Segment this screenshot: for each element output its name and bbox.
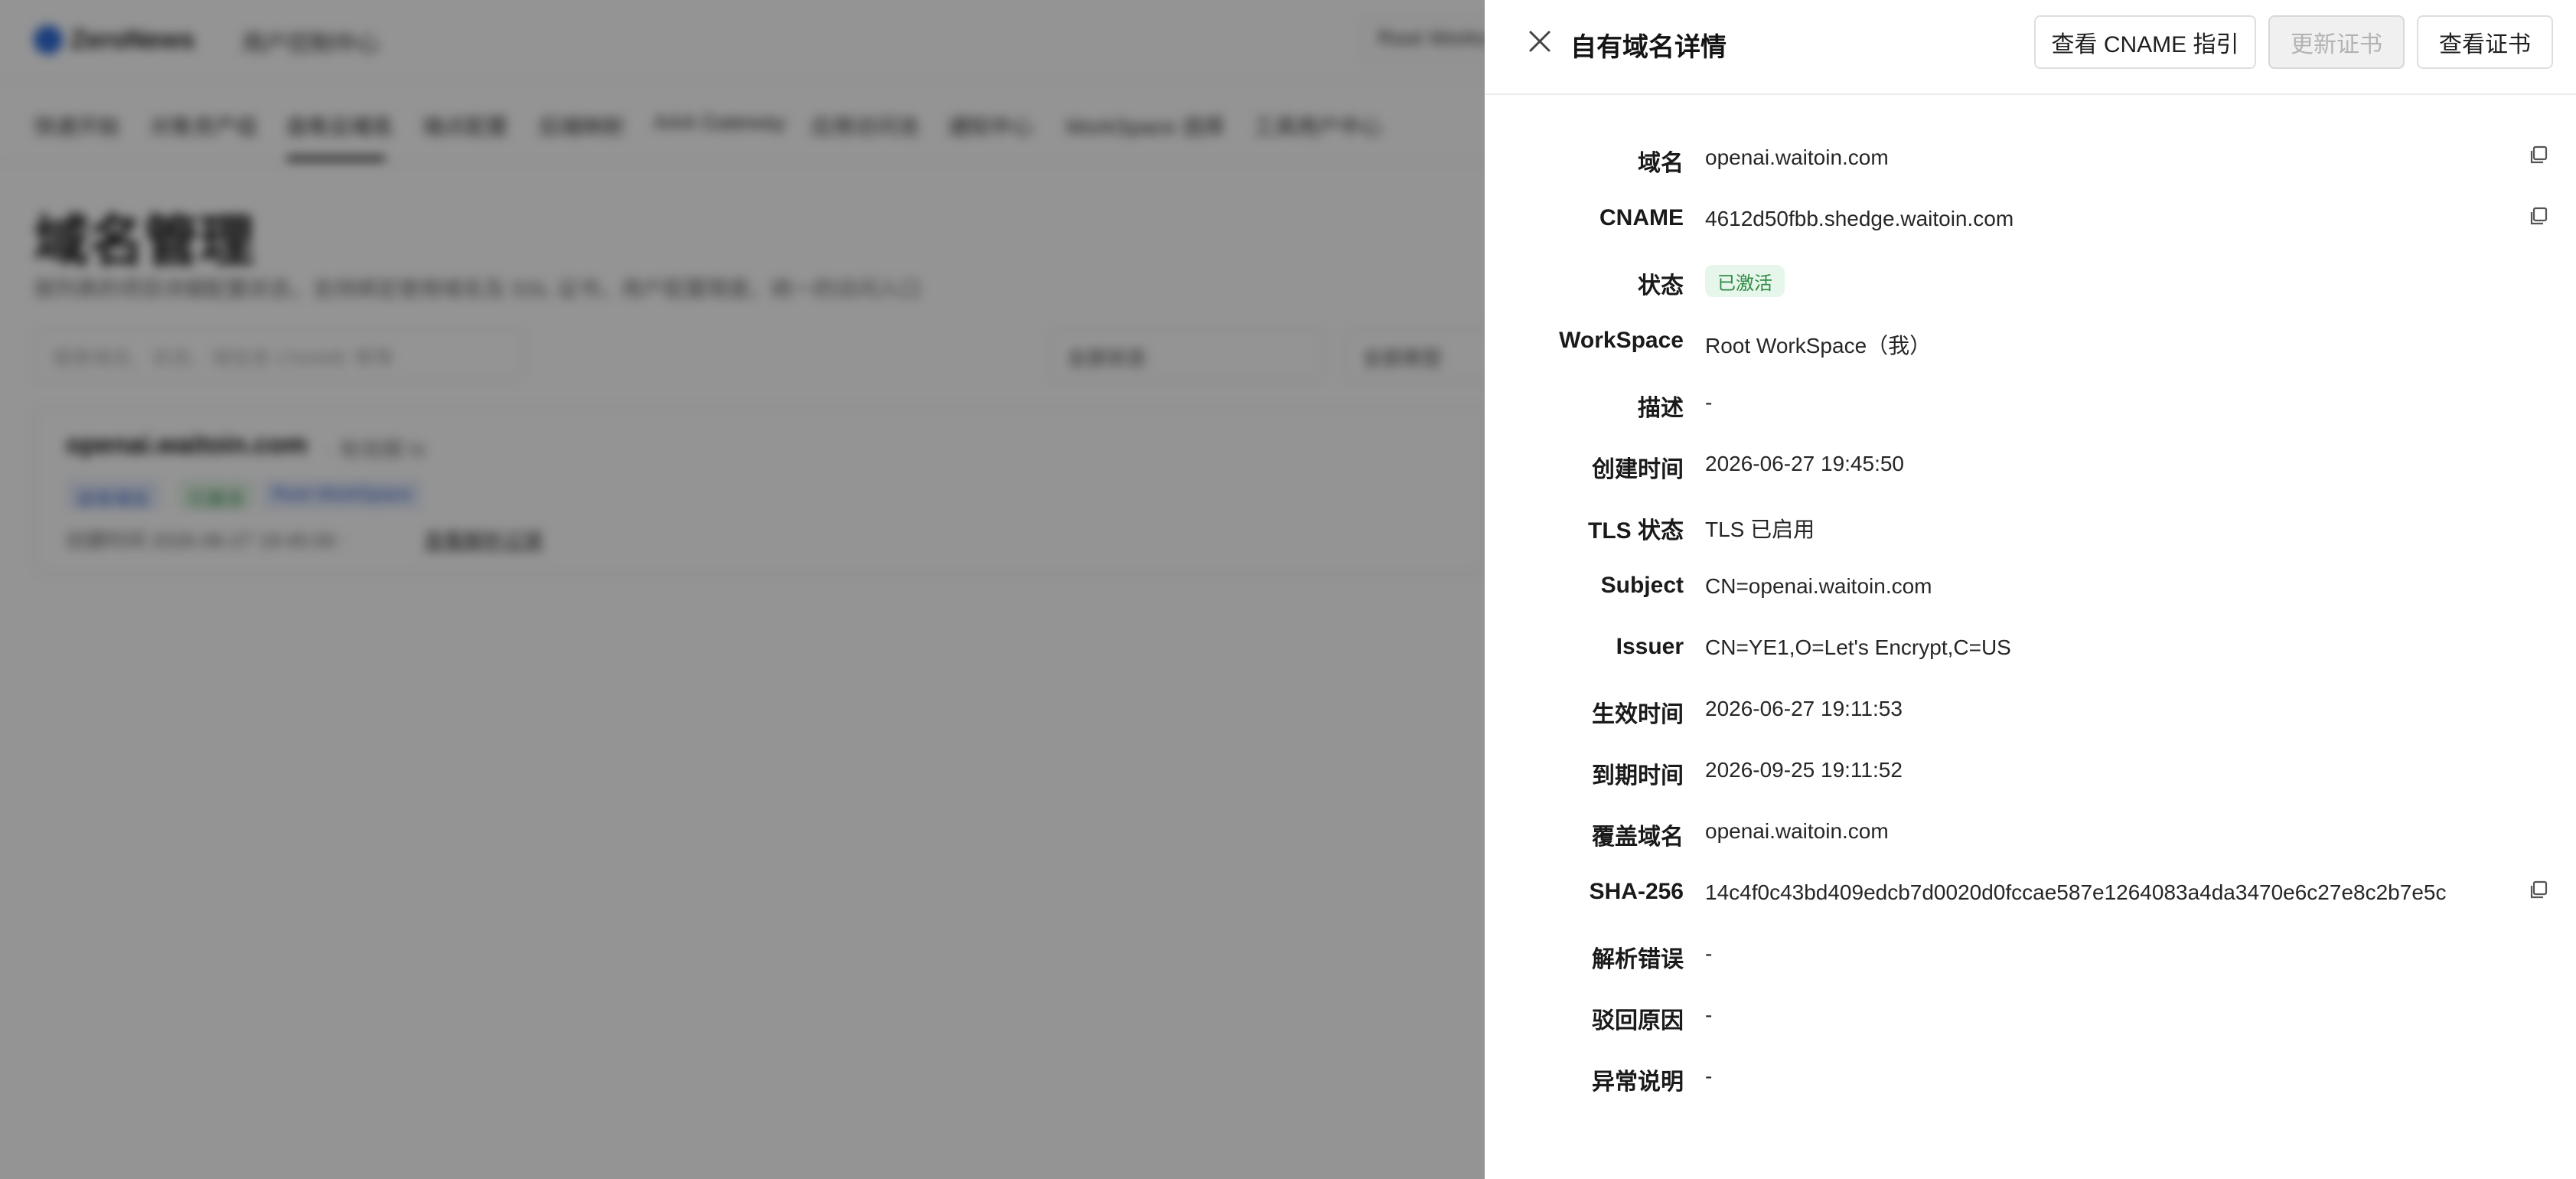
detail-row-exception-note: 异常说明 - bbox=[1485, 1046, 2576, 1107]
detail-value: 14c4f0c43bd409edcb7d0020d0fccae587e12640… bbox=[1705, 880, 2447, 904]
copy-icon[interactable] bbox=[2527, 205, 2550, 228]
detail-label: Issuer bbox=[1616, 634, 1684, 659]
close-button[interactable] bbox=[1523, 24, 1557, 58]
detail-row-workspace: WorkSpace Root WorkSpace（我） bbox=[1485, 311, 2576, 372]
detail-row-tls-status: TLS 状态 TLS 已启用 bbox=[1485, 495, 2576, 556]
detail-label: 生效时间 bbox=[1592, 702, 1684, 727]
detail-label: 到期时间 bbox=[1592, 763, 1684, 789]
renew-cert-button[interactable]: 更新证书 bbox=[2268, 15, 2405, 69]
detail-row-expires-at: 到期时间 2026-09-25 19:11:52 bbox=[1485, 740, 2576, 801]
detail-row-valid-from: 生效时间 2026-06-27 19:11:53 bbox=[1485, 678, 2576, 740]
detail-value: 4612d50fbb.shedge.waitoin.com bbox=[1705, 207, 2014, 230]
detail-value: CN=YE1,O=Let's Encrypt,C=US bbox=[1705, 635, 2011, 659]
detail-value: - bbox=[1705, 1003, 1713, 1027]
detail-label: 异常说明 bbox=[1592, 1070, 1684, 1095]
detail-label: SHA-256 bbox=[1589, 879, 1684, 904]
copy-icon[interactable] bbox=[2527, 144, 2550, 167]
detail-value: 2026-06-27 19:11:53 bbox=[1705, 697, 1903, 720]
detail-row-created-at: 创建时间 2026-06-27 19:45:50 bbox=[1485, 433, 2576, 495]
detail-value: openai.waitoin.com bbox=[1705, 145, 1889, 169]
detail-value: - bbox=[1705, 390, 1713, 414]
detail-row-cname: CNAME 4612d50fbb.shedge.waitoin.com bbox=[1485, 188, 2576, 250]
detail-value: Root WorkSpace（我） bbox=[1705, 334, 1932, 358]
detail-value: - bbox=[1705, 1064, 1713, 1088]
view-cname-guide-button[interactable]: 查看 CNAME 指引 bbox=[2034, 15, 2256, 69]
detail-label: 域名 bbox=[1638, 151, 1684, 176]
detail-label: WorkSpace bbox=[1559, 328, 1684, 353]
detail-value: - bbox=[1705, 942, 1713, 965]
detail-label: 覆盖域名 bbox=[1592, 825, 1684, 850]
drawer-title: 自有域名详情 bbox=[1570, 33, 1727, 62]
detail-row-status: 状态 已激活 bbox=[1485, 250, 2576, 311]
detail-row-description: 描述 - bbox=[1485, 372, 2576, 433]
detail-row-covered-domains: 覆盖域名 openai.waitoin.com bbox=[1485, 801, 2576, 862]
detail-value: openai.waitoin.com bbox=[1705, 819, 1889, 843]
view-cert-button[interactable]: 查看证书 bbox=[2417, 15, 2553, 69]
detail-row-sha256: SHA-256 14c4f0c43bd409edcb7d0020d0fccae5… bbox=[1485, 862, 2576, 923]
detail-label: 解析错误 bbox=[1592, 947, 1684, 972]
modal-overlay[interactable] bbox=[0, 0, 1485, 1179]
detail-drawer: 自有域名详情 查看 CNAME 指引 更新证书 查看证书 域名 openai.w… bbox=[1485, 0, 2576, 1179]
detail-row-parse-error: 解析错误 - bbox=[1485, 923, 2576, 985]
detail-label: TLS 状态 bbox=[1588, 518, 1684, 544]
detail-label: 描述 bbox=[1638, 396, 1684, 421]
detail-label: 状态 bbox=[1638, 273, 1684, 299]
detail-row-domain: 域名 openai.waitoin.com bbox=[1485, 127, 2576, 188]
detail-row-subject: Subject CN=openai.waitoin.com bbox=[1485, 556, 2576, 617]
detail-value: 2026-06-27 19:45:50 bbox=[1705, 452, 1904, 475]
detail-row-reject-reason: 驳回原因 - bbox=[1485, 985, 2576, 1046]
detail-value: 2026-09-25 19:11:52 bbox=[1705, 758, 1903, 782]
detail-value: TLS 已启用 bbox=[1705, 518, 1815, 541]
detail-label: 驳回原因 bbox=[1592, 1008, 1684, 1034]
copy-icon[interactable] bbox=[2527, 879, 2550, 902]
detail-row-issuer: Issuer CN=YE1,O=Let's Encrypt,C=US bbox=[1485, 617, 2576, 678]
detail-label: 创建时间 bbox=[1592, 457, 1684, 482]
detail-label: Subject bbox=[1600, 573, 1684, 598]
status-badge: 已激活 bbox=[1705, 265, 1785, 297]
detail-value: CN=openai.waitoin.com bbox=[1705, 574, 1932, 598]
detail-label: CNAME bbox=[1599, 205, 1684, 230]
drawer-header: 自有域名详情 查看 CNAME 指引 更新证书 查看证书 bbox=[1485, 0, 2576, 95]
close-icon bbox=[1529, 31, 1550, 52]
